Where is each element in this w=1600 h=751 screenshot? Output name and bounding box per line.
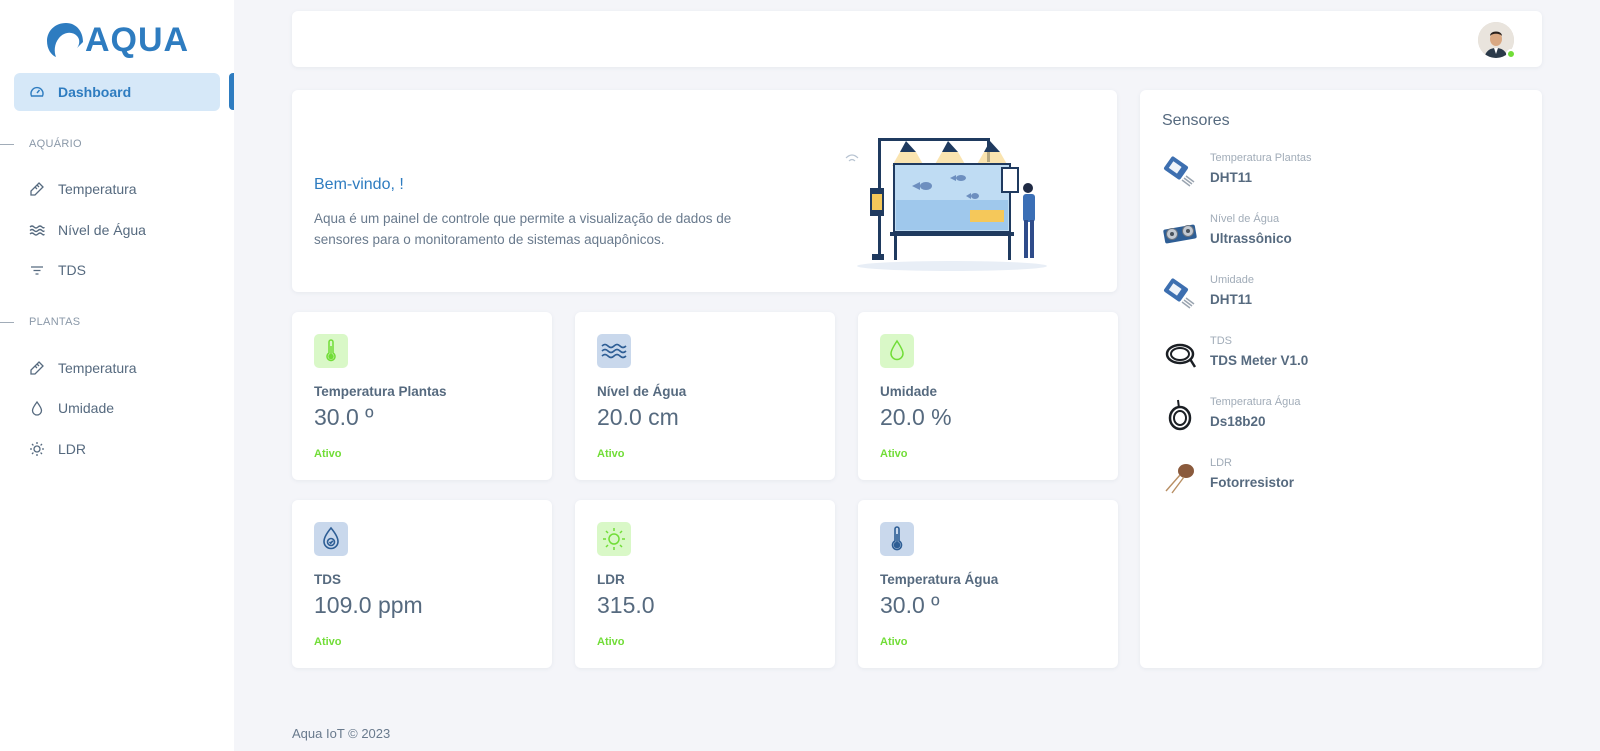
stat-label: TDS	[314, 572, 341, 587]
stat-value: 315.0	[597, 592, 655, 618]
section-title: AQUÁRIO	[29, 138, 82, 150]
sensor-item[interactable]: TDS TDS Meter V1.0	[1162, 335, 1522, 379]
sidebar-item-tds[interactable]: TDS	[14, 251, 220, 289]
sidebar-item-label: Dashboard	[58, 84, 132, 100]
sidebar-item-ldr[interactable]: LDR	[14, 430, 220, 468]
stat-card-temperatura-plantas[interactable]: Temperatura Plantas 30.0 º Ativo	[292, 312, 552, 480]
droplet-icon	[880, 334, 914, 368]
sensor-item[interactable]: Temperatura Plantas DHT11	[1162, 152, 1522, 196]
ultrasonic-sensor-icon	[1163, 224, 1197, 244]
sidebar-item-label: TDS	[58, 262, 86, 278]
status-badge: Ativo	[314, 448, 342, 460]
stat-label: Temperatura Plantas	[314, 384, 447, 399]
sensor-type: TDS	[1210, 335, 1232, 347]
sidebar-item-label: Umidade	[58, 400, 115, 416]
sensor-type: Umidade	[1210, 274, 1255, 286]
sidebar-item-label: LDR	[58, 441, 87, 457]
sidebar-item-label: Temperatura	[58, 181, 137, 197]
status-badge: Ativo	[597, 448, 625, 460]
online-status-dot	[1506, 49, 1516, 59]
tds-probe-icon	[1165, 343, 1197, 368]
stat-card-nivel-agua[interactable]: Nível de Água 20.0 cm Ativo	[575, 312, 835, 480]
stat-label: Nível de Água	[597, 384, 687, 399]
status-badge: Ativo	[880, 448, 908, 460]
thermometer-icon	[28, 180, 46, 198]
sidebar-item-dashboard[interactable]: Dashboard	[14, 73, 220, 111]
stat-value: 20.0 cm	[597, 404, 679, 430]
status-badge: Ativo	[880, 636, 908, 648]
sun-icon	[597, 522, 631, 556]
footer-copyright: Aqua IoT © 2023	[292, 726, 391, 741]
sensor-name: DHT11	[1210, 292, 1253, 307]
thermometer-icon	[28, 359, 46, 377]
section-header-aquario: AQUÁRIO	[0, 136, 82, 152]
sensors-card: Sensores Temperatura Plantas DHT11 Nível…	[1140, 90, 1542, 668]
section-title: PLANTAS	[29, 316, 81, 328]
sensor-name: Ultrassônico	[1210, 231, 1292, 246]
sensor-name: TDS Meter V1.0	[1210, 353, 1309, 368]
section-header-plantas: PLANTAS	[0, 314, 80, 330]
stat-card-tds[interactable]: TDS 109.0 ppm Ativo	[292, 500, 552, 668]
stat-label: Temperatura Água	[880, 572, 999, 587]
dht11-sensor-icon	[1164, 278, 1195, 309]
sensor-item[interactable]: Temperatura Água Ds18b20	[1162, 396, 1522, 440]
active-indicator	[229, 73, 234, 110]
sidebar-item-nivel-agua[interactable]: Nível de Água	[14, 211, 220, 249]
sensor-type: Temperatura Plantas	[1210, 152, 1312, 164]
stat-value: 109.0 ppm	[314, 592, 423, 618]
sidebar-item-umidade[interactable]: Umidade	[14, 389, 220, 427]
sensor-name: DHT11	[1210, 170, 1253, 185]
sensor-type: LDR	[1210, 457, 1233, 469]
sensor-item[interactable]: Nível de Água Ultrassônico	[1162, 213, 1522, 257]
sidebar: AQUA Dashboard AQUÁRIO Temperatura Nível…	[0, 0, 234, 751]
aqua-logo-icon	[47, 23, 83, 57]
stat-card-temperatura-agua[interactable]: Temperatura Água 30.0 º Ativo	[858, 500, 1118, 668]
waves-icon	[28, 221, 46, 239]
ldr-icon	[1165, 464, 1194, 494]
status-badge: Ativo	[314, 636, 342, 648]
welcome-card: Bem-vindo, ! Aqua é um painel de control…	[292, 90, 1117, 292]
waves-icon	[597, 334, 631, 368]
top-navbar	[292, 11, 1542, 67]
gauge-icon	[28, 83, 46, 101]
logo-text: AQUA	[85, 21, 190, 59]
stat-value: 30.0 º	[880, 592, 940, 618]
droplet-icon	[28, 399, 46, 417]
thermometer-icon	[314, 334, 348, 368]
sidebar-item-label: Nível de Água	[58, 222, 146, 238]
status-badge: Ativo	[597, 636, 625, 648]
water-quality-icon	[314, 522, 348, 556]
sensor-item[interactable]: Umidade DHT11	[1162, 274, 1522, 318]
stat-value: 20.0 %	[880, 404, 952, 430]
stat-card-ldr[interactable]: LDR 315.0 Ativo	[575, 500, 835, 668]
filter-icon	[28, 261, 46, 279]
stat-value: 30.0 º	[314, 404, 374, 430]
sidebar-item-temperatura-plantas[interactable]: Temperatura	[14, 349, 220, 387]
stat-card-umidade[interactable]: Umidade 20.0 % Ativo	[858, 312, 1118, 480]
aquarium-illustration	[845, 138, 1047, 271]
sensor-type: Temperatura Água	[1210, 396, 1301, 408]
thermometer-icon	[880, 522, 914, 556]
sun-icon	[28, 440, 46, 458]
section-divider	[0, 321, 14, 323]
app-logo[interactable]: AQUA	[46, 22, 189, 58]
sidebar-item-label: Temperatura	[58, 360, 137, 376]
welcome-description: Aqua é um painel de controle que permite…	[314, 211, 732, 247]
sensor-name: Fotorresistor	[1210, 475, 1295, 490]
sidebar-item-temperatura-aquario[interactable]: Temperatura	[14, 170, 220, 208]
section-divider	[0, 143, 14, 145]
welcome-title: Bem-vindo, !	[314, 176, 404, 193]
sensor-item[interactable]: LDR Fotorresistor	[1162, 457, 1522, 501]
ds18b20-probe-icon	[1168, 399, 1192, 431]
stat-label: Umidade	[880, 384, 938, 399]
dht11-sensor-icon	[1164, 156, 1195, 187]
sensors-title: Sensores	[1162, 112, 1230, 129]
stat-label: LDR	[597, 572, 625, 587]
sensor-name: Ds18b20	[1210, 414, 1266, 429]
sensor-type: Nível de Água	[1210, 213, 1280, 225]
